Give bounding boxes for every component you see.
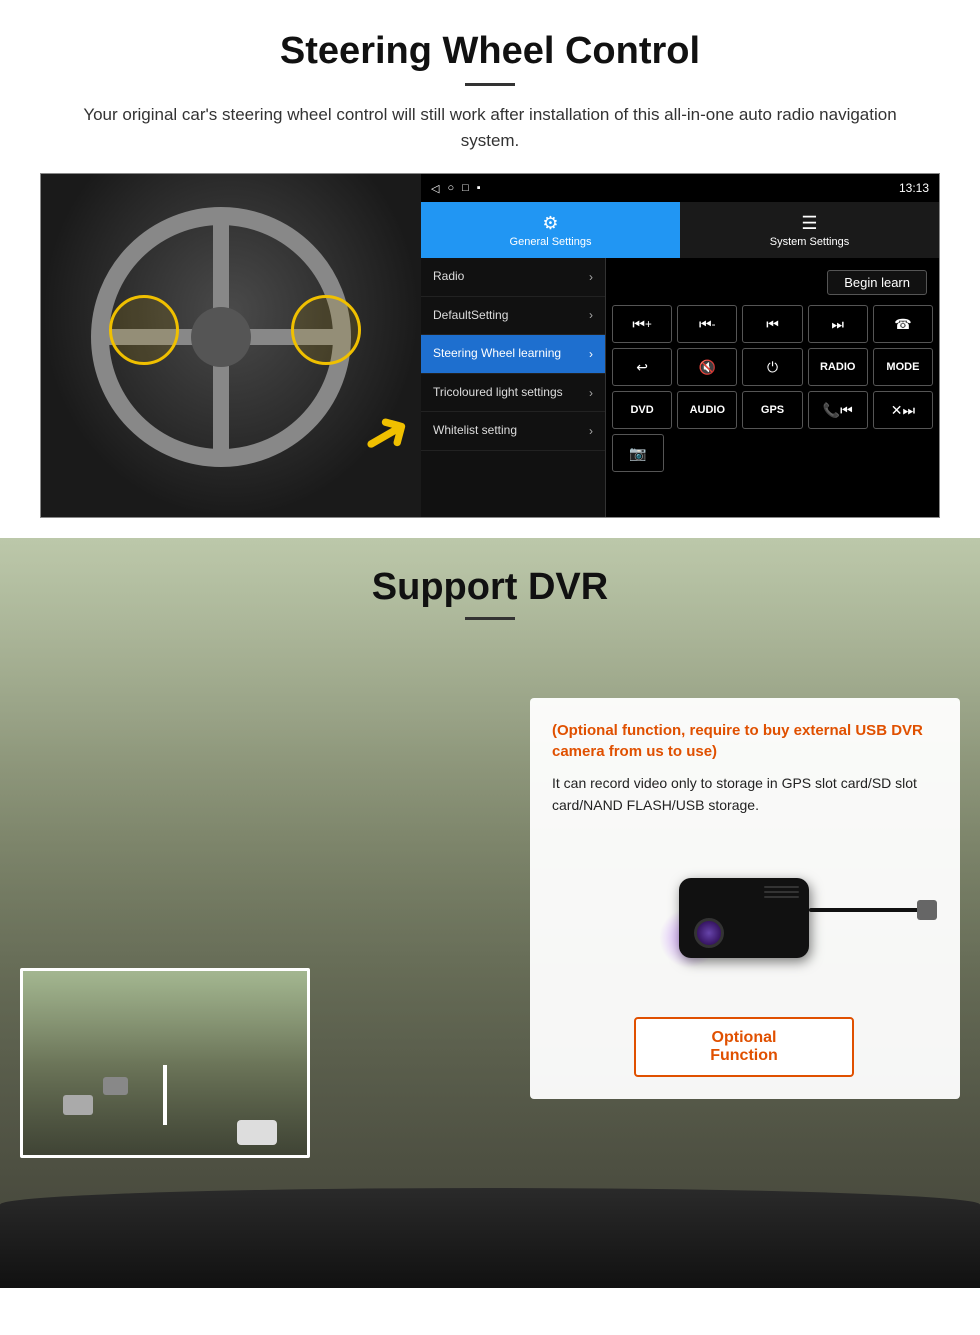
tab-system-label: System Settings <box>770 236 849 248</box>
steering-demo: ➜ ◁ ○ □ ▪ 13:13 ⚙ General Settings <box>40 173 940 518</box>
next-track-button[interactable]: ⏭ <box>808 305 868 343</box>
optional-function-button[interactable]: Optional Function <box>634 1017 854 1077</box>
title-divider <box>465 83 515 86</box>
tel-prev-button[interactable]: 📞⏮ <box>808 391 868 429</box>
android-content-area: Radio › DefaultSetting › Steering Wheel … <box>421 258 939 517</box>
control-row-1: ⏮+ ⏮- ⏮ ⏭ ☎ <box>612 305 933 343</box>
dvr-section: Support DVR (Optional function, require … <box>0 538 980 1288</box>
steering-wheel-bg: ➜ <box>41 174 421 518</box>
dvr-description: It can record video only to storage in G… <box>552 772 936 817</box>
vent-line-2 <box>764 891 799 893</box>
right-control-highlight <box>291 295 361 365</box>
statusbar-time: 13:13 <box>899 181 929 195</box>
menu-tricoloured-label: Tricoloured light settings <box>433 385 563 401</box>
gps-button[interactable]: GPS <box>742 391 802 429</box>
menu-radio-arrow: › <box>589 270 593 284</box>
camera-body <box>679 878 809 958</box>
steering-control-buttons: Begin learn ⏮+ ⏮- ⏮ ⏭ ☎ ↩ 🔇 ⏻ <box>606 258 939 517</box>
menu-radio[interactable]: Radio › <box>421 258 605 297</box>
vent-line-1 <box>764 886 799 888</box>
mute-button[interactable]: 🔇 <box>677 348 737 386</box>
steering-section: Steering Wheel Control Your original car… <box>0 0 980 538</box>
tab-general-settings[interactable]: ⚙ General Settings <box>421 202 680 258</box>
android-tab-bar: ⚙ General Settings ☰ System Settings <box>421 202 939 258</box>
wheel-wrapper <box>91 207 371 487</box>
control-row-2: ↩ 🔇 ⏻ RADIO MODE <box>612 348 933 386</box>
skip-next-button[interactable]: ✕⏭ <box>873 391 933 429</box>
vol-down-button[interactable]: ⏮- <box>677 305 737 343</box>
begin-learn-button[interactable]: Begin learn <box>827 270 927 295</box>
car-shape-2 <box>63 1095 93 1115</box>
vent-line-3 <box>764 896 799 898</box>
dvr-title: Support DVR <box>0 566 980 609</box>
camera-button[interactable]: 📷 <box>612 434 664 472</box>
thumbnail-road-scene <box>23 971 307 1155</box>
prev-track-button[interactable]: ⏮ <box>742 305 802 343</box>
phone-button[interactable]: ☎ <box>873 305 933 343</box>
menu-whitelist-label: Whitelist setting <box>433 423 517 439</box>
steering-description: Your original car's steering wheel contr… <box>80 102 900 153</box>
radio-button[interactable]: RADIO <box>808 348 868 386</box>
menu-whitelist[interactable]: Whitelist setting › <box>421 412 605 451</box>
car-silhouette <box>237 1120 277 1145</box>
steering-title: Steering Wheel Control <box>40 30 940 73</box>
settings-menu: Radio › DefaultSetting › Steering Wheel … <box>421 258 606 517</box>
car-shape-3 <box>103 1077 128 1095</box>
steering-wheel-photo: ➜ <box>41 174 421 518</box>
dvr-info-card: (Optional function, require to buy exter… <box>530 698 960 1099</box>
left-control-highlight <box>109 295 179 365</box>
wheel-center-hub <box>191 307 251 367</box>
android-statusbar: ◁ ○ □ ▪ 13:13 <box>421 174 939 202</box>
road-center-line <box>163 1065 167 1125</box>
camera-vent <box>764 886 799 898</box>
menu-default-label: DefaultSetting <box>433 308 508 324</box>
dvd-button[interactable]: DVD <box>612 391 672 429</box>
audio-button[interactable]: AUDIO <box>677 391 737 429</box>
mode-button[interactable]: MODE <box>873 348 933 386</box>
tab-general-label: General Settings <box>510 236 592 248</box>
begin-learn-row: Begin learn <box>612 264 933 300</box>
hangup-button[interactable]: ↩ <box>612 348 672 386</box>
menu-tricoloured[interactable]: Tricoloured light settings › <box>421 374 605 413</box>
vol-up-button[interactable]: ⏮+ <box>612 305 672 343</box>
dvr-title-divider <box>465 617 515 620</box>
menu-steering-label: Steering Wheel learning <box>433 346 561 362</box>
menu-steering-arrow: › <box>589 347 593 361</box>
control-row-3: DVD AUDIO GPS 📞⏮ ✕⏭ <box>612 391 933 429</box>
android-ui-panel: ◁ ○ □ ▪ 13:13 ⚙ General Settings ☰ Syste… <box>421 174 939 517</box>
menu-default-setting[interactable]: DefaultSetting › <box>421 297 605 336</box>
home-icon: ○ <box>447 182 454 194</box>
menu-whitelist-arrow: › <box>589 424 593 438</box>
dvr-background: Support DVR (Optional function, require … <box>0 538 980 1288</box>
camera-assembly <box>679 878 809 958</box>
menu-steering-wheel[interactable]: Steering Wheel learning › <box>421 335 605 374</box>
statusbar-nav-icons: ◁ ○ □ ▪ <box>431 182 481 195</box>
menu-icon: ▪ <box>477 182 481 194</box>
power-button[interactable]: ⏻ <box>742 348 802 386</box>
dvr-camera-illustration <box>552 833 936 1003</box>
menu-tricoloured-arrow: › <box>589 386 593 400</box>
usb-connector <box>917 900 937 920</box>
dashboard-edge <box>0 1188 980 1288</box>
dvr-title-area: Support DVR <box>0 538 980 620</box>
dvr-optional-notice: (Optional function, require to buy exter… <box>552 720 936 762</box>
control-row-4: 📷 <box>612 434 933 472</box>
back-icon: ◁ <box>431 182 439 195</box>
menu-default-arrow: › <box>589 308 593 322</box>
recents-icon: □ <box>462 182 469 194</box>
tab-system-settings[interactable]: ☰ System Settings <box>680 202 939 258</box>
gear-icon: ⚙ <box>542 213 558 234</box>
usb-cable <box>809 908 929 912</box>
menu-radio-label: Radio <box>433 269 464 285</box>
dvr-footage-thumbnail <box>20 968 310 1158</box>
settings-icon: ☰ <box>801 213 817 234</box>
camera-lens <box>694 918 724 948</box>
